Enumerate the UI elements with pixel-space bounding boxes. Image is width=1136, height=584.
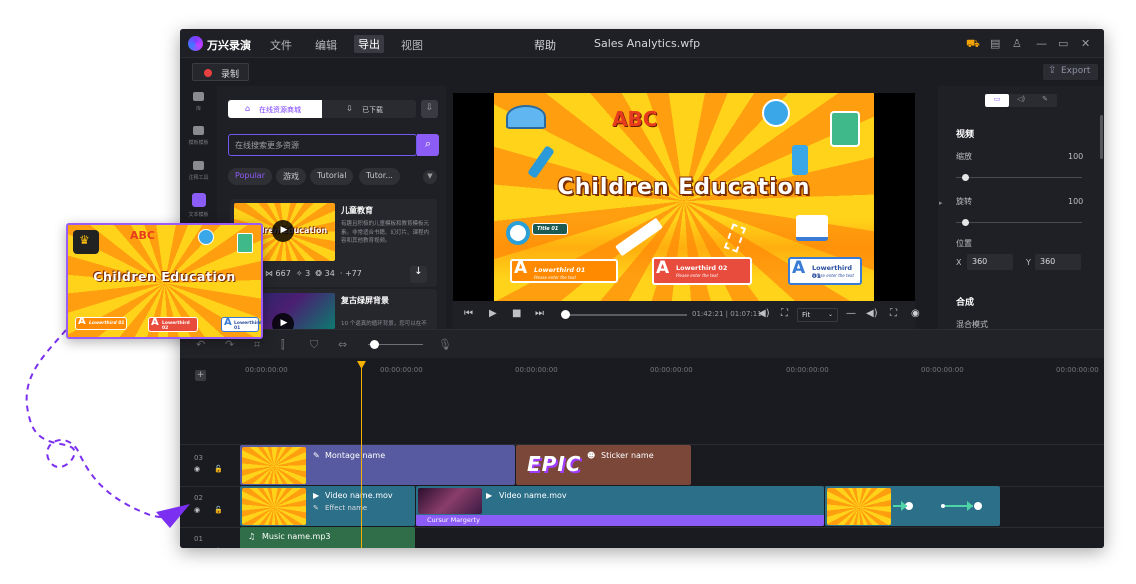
lowerthird-letter: A <box>224 317 232 328</box>
crown-badge-icon: ♛ <box>73 230 99 254</box>
mini-abc: ABC <box>130 229 155 242</box>
mini-lowerthird-2-text: Lowerthird 02 <box>162 321 190 331</box>
drag-preview-card[interactable]: ♛ ABC Children Education A Lowerthird 01… <box>66 223 263 339</box>
mini-lowerthird-3-text: Lowerthird 01 <box>234 321 262 331</box>
lowerthird-letter: A <box>151 317 159 328</box>
mini-lowerthird-1-text: Lowerthird 01 <box>89 321 125 326</box>
playhead[interactable] <box>361 365 362 548</box>
mini-lowerthird-1: A Lowerthird 01 <box>75 316 127 330</box>
calculator-icon <box>237 233 253 253</box>
mini-lowerthird-3: A Lowerthird 01 <box>221 317 262 332</box>
mini-title: Children Education <box>93 269 236 284</box>
cursor-arrow-icon <box>156 504 190 528</box>
crown-icon: ♛ <box>79 233 90 247</box>
lowerthird-letter: A <box>78 316 86 327</box>
mini-lowerthird-2: A Lowerthird 02 <box>148 317 198 332</box>
planet-icon <box>198 229 214 245</box>
